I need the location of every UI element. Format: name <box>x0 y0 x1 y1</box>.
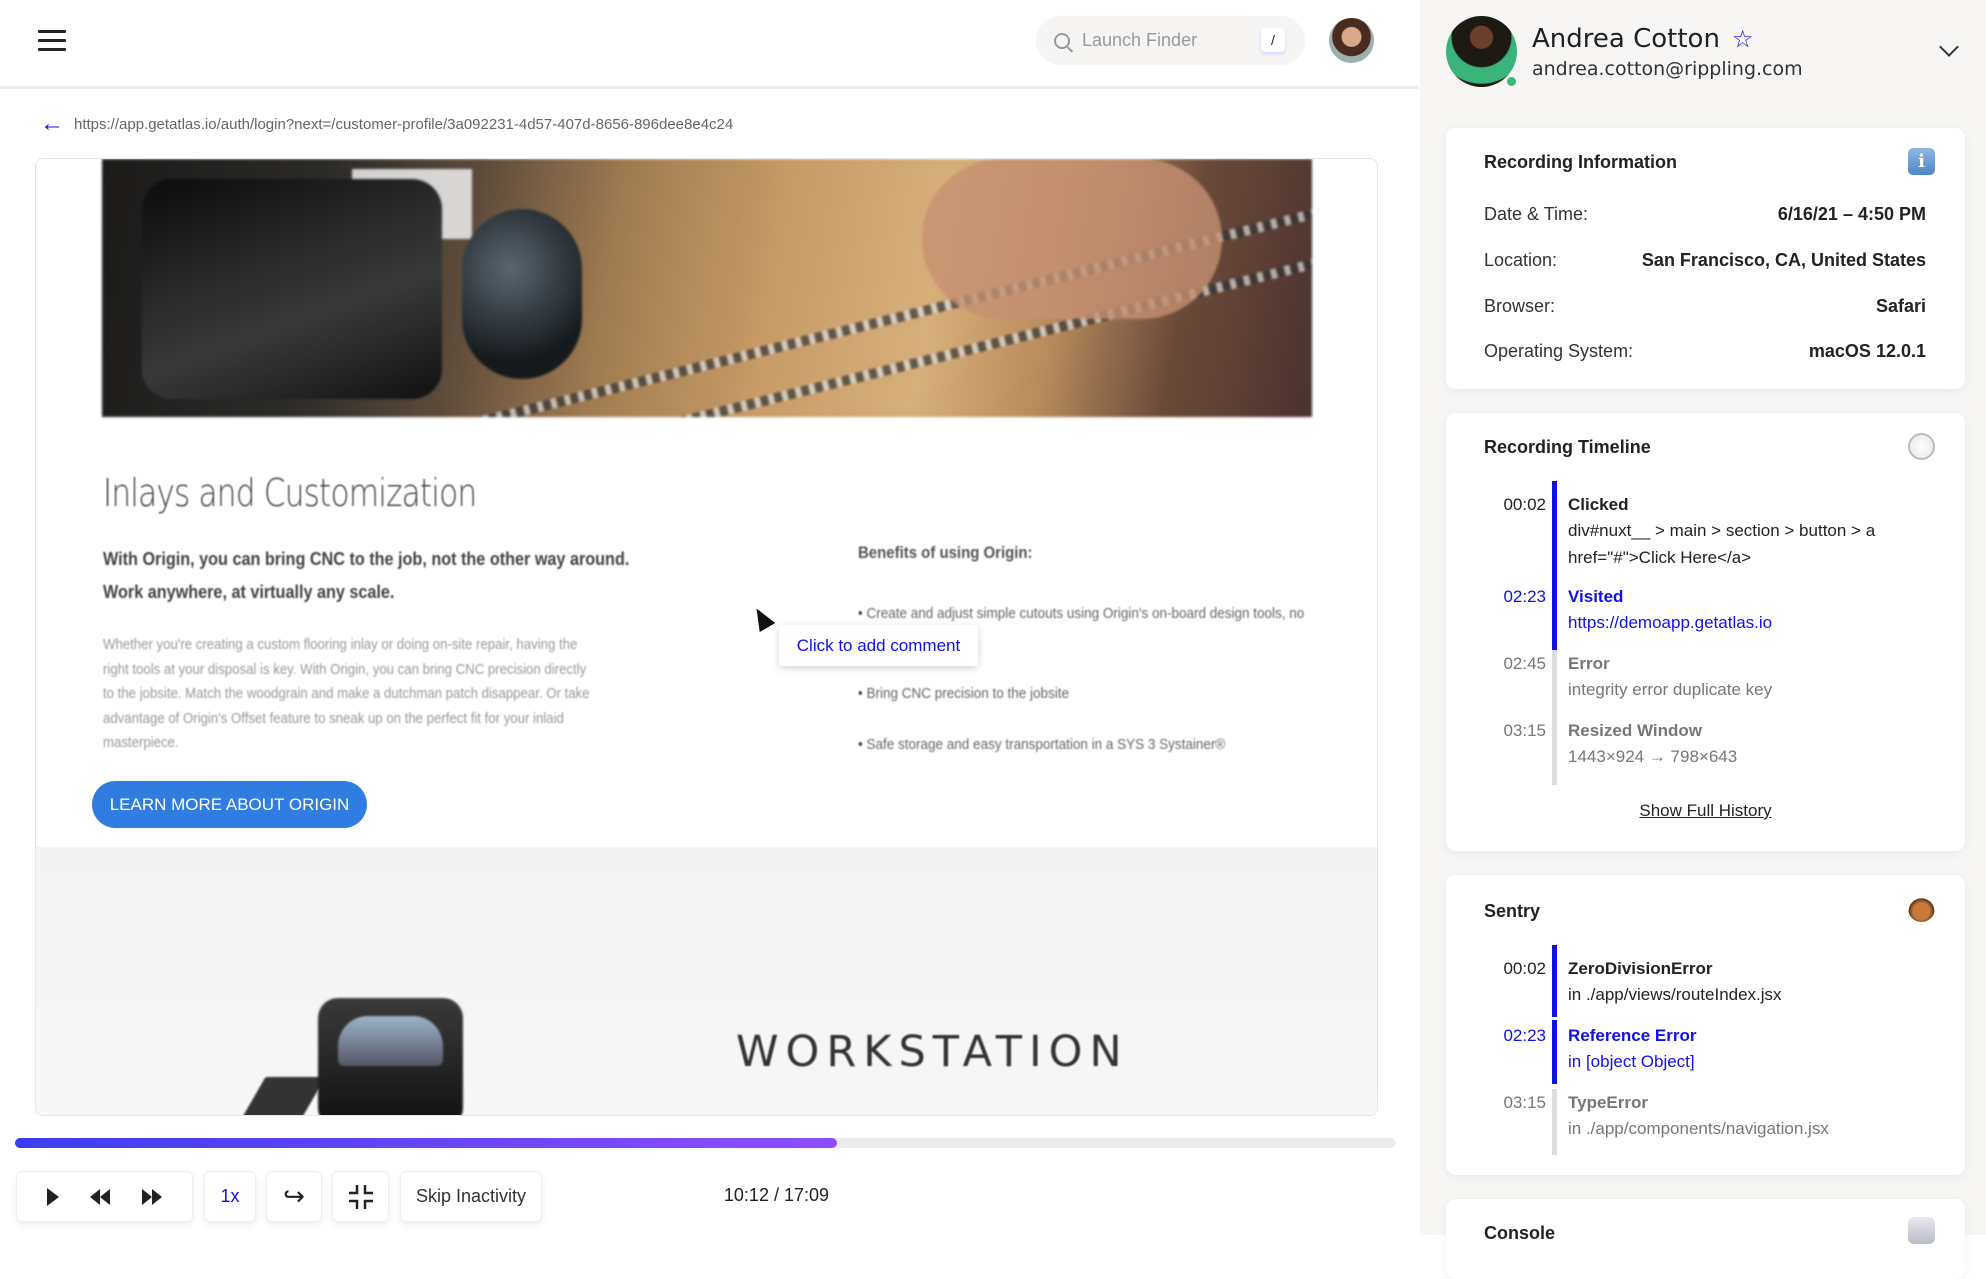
play-icon[interactable] <box>46 1187 59 1206</box>
info-label: Location: <box>1484 250 1558 270</box>
event-title: ZeroDivisionError <box>1568 959 1713 978</box>
launch-finder-search[interactable]: Launch Finder / <box>1036 16 1305 65</box>
back-arrow-icon[interactable]: ← <box>40 112 64 136</box>
user-name-row: Andrea Cotton ☆ <box>1532 24 1753 54</box>
event-time: 02:45 <box>1503 654 1546 673</box>
share-arrow-icon: ↪ <box>283 1181 305 1211</box>
event-detail: integrity error duplicate key <box>1568 680 1773 699</box>
info-value: macOS 12.0.1 <box>1808 341 1926 361</box>
card-title: Console <box>1484 1223 1556 1243</box>
progress-fill <box>15 1138 837 1148</box>
event-title: Resized Window <box>1568 721 1702 740</box>
ladybug-icon <box>1908 895 1935 922</box>
collapse-button[interactable] <box>332 1171 389 1222</box>
hero-image <box>102 159 1312 417</box>
menu-icon[interactable] <box>38 30 66 52</box>
event-title: TypeError <box>1568 1093 1648 1112</box>
shortcut-key-badge: / <box>1261 28 1285 52</box>
show-full-history-link[interactable]: Show Full History <box>1446 801 1965 821</box>
learn-more-button[interactable]: LEARN MORE ABOUT ORIGIN <box>92 781 367 828</box>
sentry-card: Sentry 00:02 ZeroDivisionError in ./app/… <box>1446 875 1965 1175</box>
session-details-panel: Andrea Cotton ☆ andrea.cotton@rippling.c… <box>1420 0 1986 1279</box>
add-comment-tooltip[interactable]: Click to add comment <box>779 625 978 666</box>
event-detail: in ./app/views/routeIndex.jsx <box>1568 985 1782 1004</box>
event-time: 03:15 <box>1503 1093 1546 1112</box>
info-row-os: Operating System: macOS 12.0.1 <box>1484 341 1926 362</box>
speed-button[interactable]: 1x <box>204 1171 256 1222</box>
info-row-location: Location: San Francisco, CA, United State… <box>1484 250 1926 271</box>
user-email: andrea.cotton@rippling.com <box>1532 58 1803 80</box>
recording-timeline-card: Recording Timeline 00:02 Clicked div#nux… <box>1446 413 1965 851</box>
page-paragraph: Whether you're creating a custom floorin… <box>103 636 590 751</box>
share-button[interactable]: ↪ <box>266 1171 322 1222</box>
search-icon <box>1054 32 1070 49</box>
robot-icon <box>1908 1217 1935 1244</box>
skip-inactivity-button[interactable]: Skip Inactivity <box>400 1171 542 1222</box>
recording-viewport[interactable]: Inlays and Customization With Origin, yo… <box>35 158 1378 1116</box>
event-detail: in ./app/components/navigation.jsx <box>1568 1119 1829 1138</box>
clock-icon <box>1908 433 1935 460</box>
user-name: Andrea Cotton <box>1532 24 1720 54</box>
card-title: Recording Timeline <box>1484 437 1651 457</box>
event-time: 02:23 <box>1503 1026 1546 1045</box>
playback-controls <box>16 1171 193 1222</box>
info-value: Safari <box>1875 296 1926 316</box>
rewind-icon[interactable] <box>90 1188 111 1205</box>
event-title: Clicked <box>1568 495 1629 514</box>
info-label: Date & Time: <box>1484 204 1589 224</box>
event-title: Error <box>1568 654 1610 673</box>
workstation-wordmark: WORKSTATION <box>736 1027 1129 1077</box>
playback-progress-bar[interactable] <box>15 1138 1396 1148</box>
event-time: 02:23 <box>1503 587 1546 606</box>
workstation-section: WORKSTATION <box>36 847 1377 1115</box>
online-status-dot <box>1505 75 1518 88</box>
mouse-cursor-icon <box>748 603 776 633</box>
device-image <box>318 998 463 1115</box>
card-title: Sentry <box>1484 901 1541 921</box>
recording-information-card: Recording Information i Date & Time: 6/16… <box>1446 128 1965 389</box>
page-subheading: With Origin, you can bring CNC to the jo… <box>103 549 630 602</box>
recorded-url: https://app.getatlas.io/auth/login?next=… <box>74 115 734 133</box>
current-user-avatar[interactable] <box>1329 18 1374 63</box>
playback-time: 10:12 / 17:09 <box>723 1185 829 1205</box>
chevron-down-icon[interactable] <box>1939 37 1959 57</box>
benefit-item: Bring CNC precision to the jobsite <box>858 679 1344 708</box>
info-label: Browser: <box>1484 296 1556 316</box>
tool-image <box>242 1077 326 1115</box>
benefits-title: Benefits of using Origin: <box>858 543 1033 562</box>
event-detail: div#nuxt__ > main > section > button > a… <box>1568 521 1876 567</box>
event-time: 00:02 <box>1503 959 1546 978</box>
page-heading: Inlays and Customization <box>103 471 477 515</box>
event-detail: 1443×924 → 798×643 <box>1568 747 1738 766</box>
collapse-icon <box>348 1184 373 1209</box>
card-title: Recording Information <box>1484 152 1677 172</box>
event-detail: https://demoapp.getatlas.io <box>1568 613 1773 632</box>
star-icon[interactable]: ☆ <box>1732 25 1754 53</box>
event-detail: in [object Object] <box>1568 1052 1695 1071</box>
top-bar: Launch Finder / <box>0 0 1419 89</box>
info-row-browser: Browser: Safari <box>1484 296 1926 317</box>
benefit-item: Safe storage and easy transportation in … <box>858 730 1344 759</box>
info-label: Operating System: <box>1484 341 1634 361</box>
info-value: San Francisco, CA, United States <box>1641 250 1926 270</box>
info-row-date: Date & Time: 6/16/21 – 4:50 PM <box>1484 204 1926 225</box>
info-value: 6/16/21 – 4:50 PM <box>1777 204 1926 224</box>
event-title: Reference Error <box>1568 1026 1697 1045</box>
event-title: Visited <box>1568 587 1624 606</box>
console-card: Console <box>1446 1199 1965 1279</box>
recorded-url-bar: ← https://app.getatlas.io/auth/login?nex… <box>40 112 733 136</box>
info-icon: i <box>1908 148 1935 175</box>
session-player-pane: Launch Finder / ← https://app.getatlas.i… <box>0 0 1419 1235</box>
search-placeholder: Launch Finder <box>1082 30 1198 50</box>
fast-forward-icon[interactable] <box>142 1188 163 1205</box>
event-time: 03:15 <box>1503 721 1546 740</box>
event-time: 00:02 <box>1503 495 1546 514</box>
